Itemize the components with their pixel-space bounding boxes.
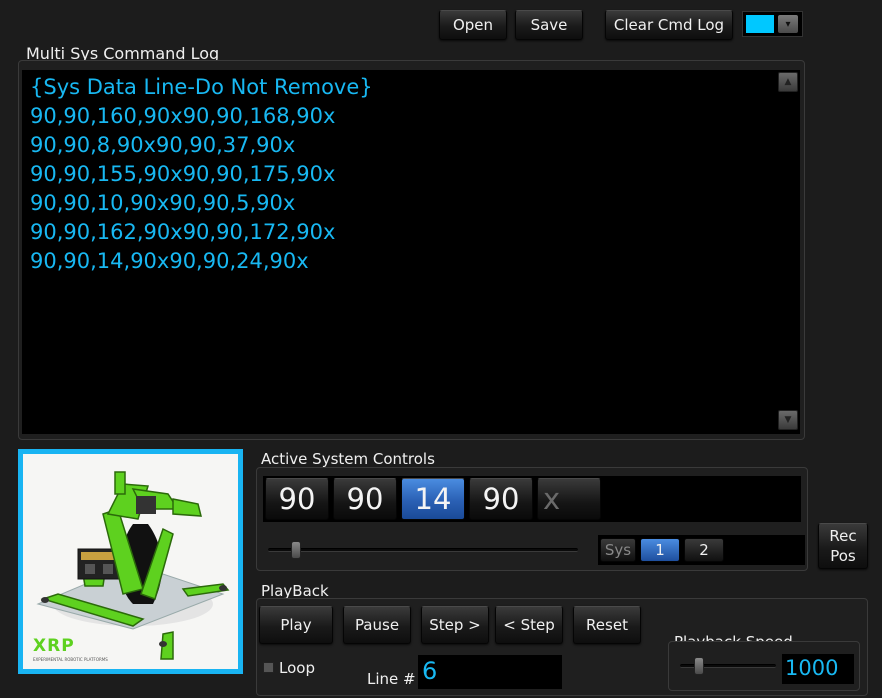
scroll-up-icon[interactable]: ▲ [778, 72, 798, 92]
servo-slider-thumb[interactable] [290, 541, 301, 559]
pause-button[interactable]: Pause [343, 606, 411, 644]
xrp-logo: XRP [33, 636, 75, 656]
active-controls-title: Active System Controls [261, 450, 435, 468]
servo-slider-track[interactable] [268, 548, 578, 552]
step-back-button[interactable]: < Step [495, 606, 563, 644]
line-number-field[interactable] [418, 655, 562, 689]
color-swatch [746, 15, 774, 33]
loop-label: Loop [279, 659, 315, 677]
line-number-label: Line # [367, 670, 416, 688]
pos-label: Pos [830, 547, 856, 565]
log-scrollbar[interactable]: ▲ ▼ [774, 70, 800, 434]
reset-button[interactable]: Reset [573, 606, 641, 644]
rec-label: Rec [829, 527, 857, 545]
servo-value-4[interactable]: 90 [469, 478, 533, 520]
xrp-logo-subtext: EXPERIMENTAL ROBOTIC PLATFORMS [33, 657, 108, 662]
servo-value-2[interactable]: 90 [333, 478, 397, 520]
color-picker[interactable]: ▾ [742, 11, 803, 37]
chevron-down-icon[interactable]: ▾ [778, 15, 798, 33]
servo-value-x[interactable]: x [537, 478, 601, 520]
sys-button-2[interactable]: 2 [684, 538, 724, 562]
log-line: 90,90,155,90x90,90,175,90x [30, 162, 336, 186]
log-line: 90,90,162,90x90,90,172,90x [30, 220, 336, 244]
scroll-down-icon[interactable]: ▼ [778, 410, 798, 430]
servo-value-1[interactable]: 90 [265, 478, 329, 520]
speed-value: 1000 [785, 656, 839, 680]
sys-label: Sys [600, 538, 636, 562]
step-forward-button[interactable]: Step > [421, 606, 489, 644]
sys-button-1[interactable]: 1 [640, 538, 680, 562]
robot-image: XRP EXPERIMENTAL ROBOTIC PLATFORMS [18, 449, 243, 674]
log-line: 90,90,160,90x90,90,168,90x [30, 104, 336, 128]
speed-slider-thumb[interactable] [694, 657, 705, 675]
log-line: 90,90,10,90x90,90,5,90x [30, 191, 296, 215]
log-line: {Sys Data Line-Do Not Remove} [30, 75, 373, 99]
line-number-value: 6 [422, 657, 438, 685]
log-line: 90,90,8,90x90,90,37,90x [30, 133, 296, 157]
loop-checkbox[interactable] [263, 662, 274, 673]
command-log-text[interactable]: {Sys Data Line-Do Not Remove} 90,90,160,9… [22, 70, 774, 434]
save-button[interactable]: Save [515, 10, 583, 40]
open-button[interactable]: Open [439, 10, 507, 40]
clear-cmd-log-button[interactable]: Clear Cmd Log [605, 10, 733, 40]
play-button[interactable]: Play [259, 606, 333, 644]
servo-value-3[interactable]: 14 [401, 478, 465, 520]
log-line: 90,90,14,90x90,90,24,90x [30, 249, 309, 273]
rec-pos-button[interactable]: Rec Pos [818, 523, 868, 569]
